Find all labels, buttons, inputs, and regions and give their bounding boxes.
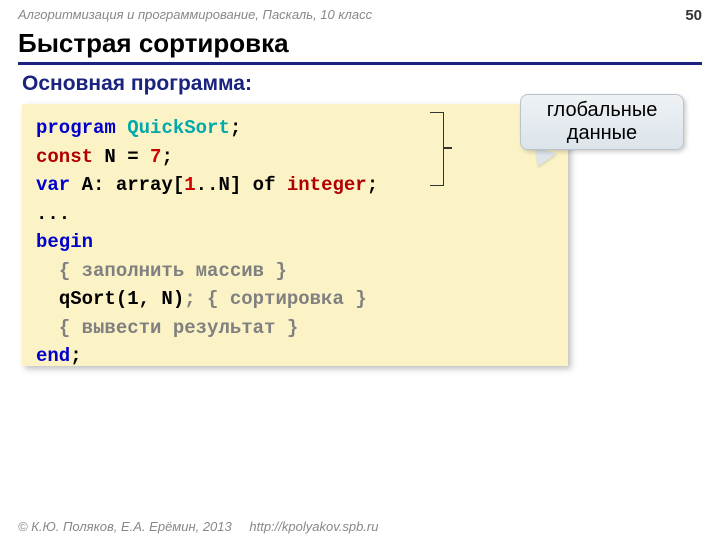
code-block: program QuickSort; const N = 7; var A: a… (22, 104, 568, 366)
code-line-1: program QuickSort; (36, 114, 554, 143)
semi: ; (161, 146, 172, 168)
code-line-5: begin (36, 228, 554, 257)
keyword-program: program (36, 117, 116, 139)
comment-fill: { заполнить массив } (59, 260, 287, 282)
const-var: N (104, 146, 115, 168)
code-line-3: var A: array[1..N] of integer; (36, 171, 554, 200)
type-integer: integer (287, 174, 367, 196)
slide-subtitle: Основная программа: (22, 72, 252, 96)
code-line-9: end; (36, 342, 554, 371)
code-line-2: const N = 7; (36, 143, 554, 172)
const-val: 7 (150, 146, 161, 168)
comment-sort: { сортировка } (196, 288, 367, 310)
keyword-const: const (36, 146, 93, 168)
course-header: Алгоритмизация и программирование, Паска… (18, 7, 372, 22)
code-line-8: { вывести результат } (36, 314, 554, 343)
comment-out: { вывести результат } (59, 317, 298, 339)
semi: ; (367, 174, 378, 196)
callout-global-data: глобальные данные (520, 94, 684, 150)
footer-url: http://kpolyakov.spb.ru (249, 519, 378, 534)
keyword-var: var (36, 174, 70, 196)
keyword-end: end (36, 345, 70, 367)
code-line-7: qSort(1, N); { сортировка } (36, 285, 554, 314)
num-one: 1 (184, 174, 195, 196)
footer-copyright: © К.Ю. Поляков, Е.А. Ерёмин, 2013 (18, 519, 232, 534)
title-underline (18, 62, 702, 65)
footer: © К.Ю. Поляков, Е.А. Ерёмин, 2013 http:/… (18, 519, 378, 534)
semi: ; (70, 345, 81, 367)
slide-title: Быстрая сортировка (18, 28, 289, 59)
decl: A: array[ (70, 174, 184, 196)
decl-rest: ..N] of (196, 174, 287, 196)
eq: = (116, 146, 150, 168)
page-number: 50 (685, 7, 702, 24)
code-line-6: { заполнить массив } (36, 257, 554, 286)
semi: ; (230, 117, 241, 139)
call-qsort: qSort(1, N) (59, 288, 184, 310)
code-line-4: ... (36, 200, 554, 229)
prog-name: QuickSort (127, 117, 230, 139)
bracket-icon (430, 112, 444, 186)
semi-gray: ; (184, 288, 195, 310)
bracket-tick-icon (444, 147, 452, 149)
